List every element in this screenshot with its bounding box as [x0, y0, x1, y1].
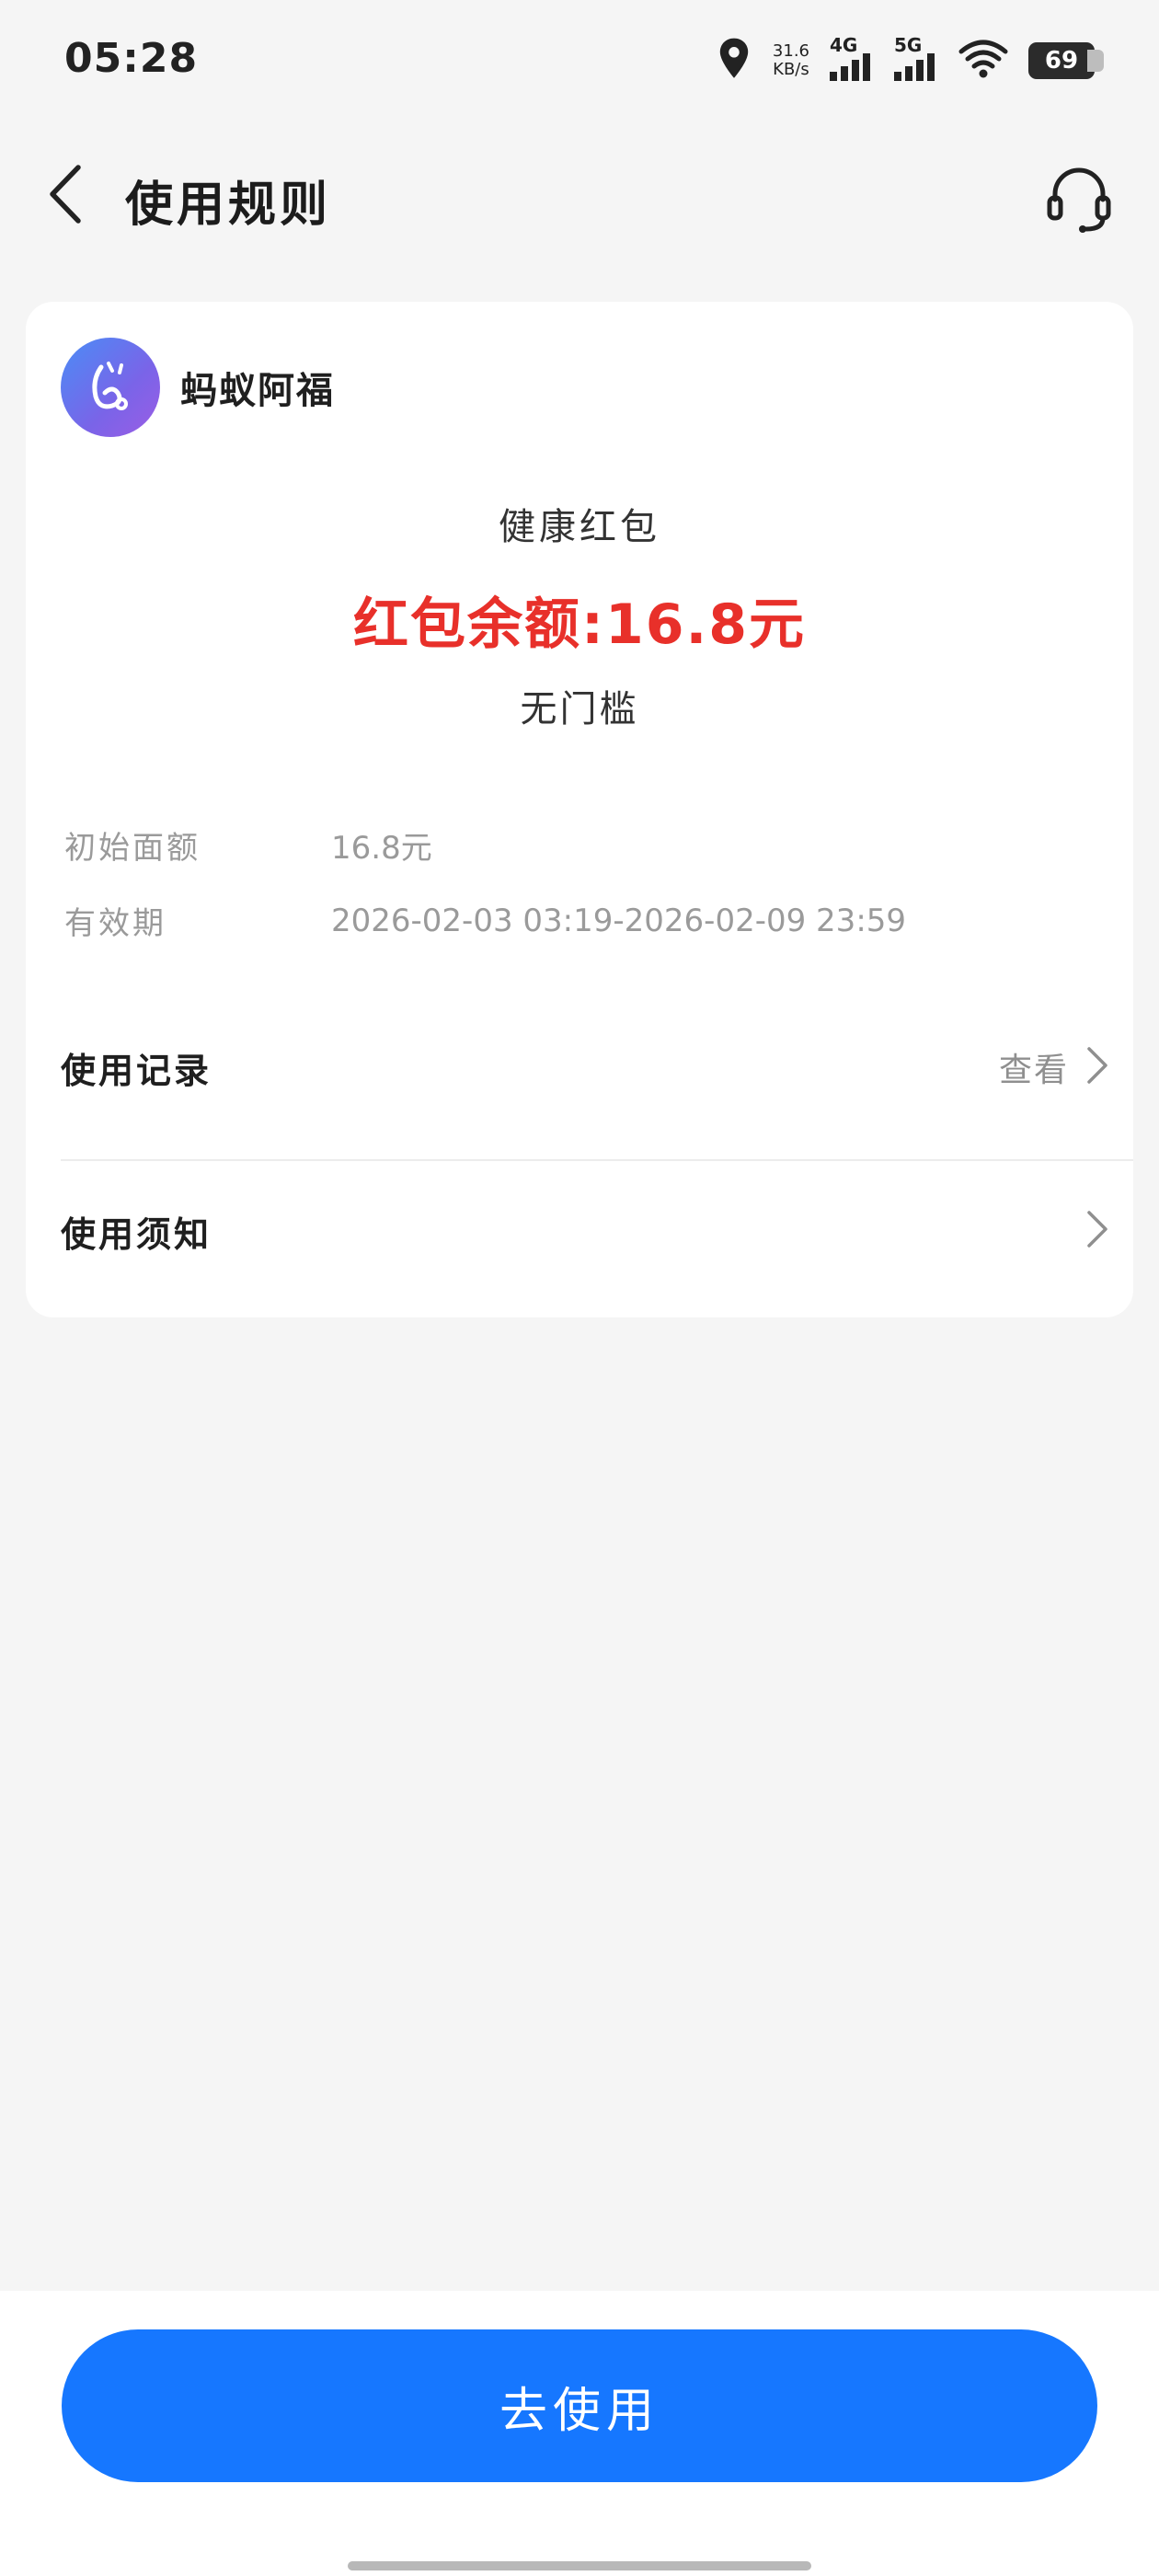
signal-4g-label: 4G [830, 34, 858, 56]
divider [61, 1159, 1133, 1161]
brand-logo-icon [61, 338, 160, 437]
page-header: 使用规则 [0, 147, 1159, 248]
menu-item-usage-record[interactable]: 使用记录 查看 [61, 1012, 1109, 1122]
status-bar: 05:28 31.6 KB/s 4G 5G 69 [0, 0, 1159, 120]
net-speed-unit: KB/s [773, 60, 809, 79]
detail-value: 2026-02-03 03:19-2026-02-09 23:59 [331, 902, 907, 939]
headset-icon [1042, 161, 1116, 238]
status-icons: 31.6 KB/s 4G 5G 69 [716, 33, 1104, 88]
use-now-button[interactable]: 去使用 [62, 2329, 1097, 2482]
menu-item-right: 查看 [999, 1043, 1109, 1091]
detail-label: 初始面额 [64, 830, 201, 867]
menu-item-usage-notice[interactable]: 使用须知 [61, 1176, 1109, 1286]
signal-4g: 4G [830, 34, 874, 85]
net-speed-value: 31.6 [772, 41, 809, 61]
detail-value: 16.8元 [331, 830, 432, 867]
chevron-right-icon [1085, 1045, 1109, 1089]
battery-indicator: 69 [1028, 42, 1104, 79]
detail-row-validity: 有效期 2026-02-03 03:19-2026-02-09 23:59 [64, 898, 906, 943]
view-link[interactable]: 查看 [999, 1043, 1069, 1091]
signal-5g: 5G [894, 34, 938, 85]
coupon-threshold: 无门槛 [520, 688, 639, 730]
signal-bars-icon [830, 53, 874, 85]
coupon-balance: 红包余额:16.8元 [352, 592, 807, 657]
brand-row: 蚂蚁阿福 [61, 337, 335, 438]
location-icon [716, 37, 752, 85]
menu-item-label: 使用记录 [61, 1050, 212, 1091]
net-speed: 31.6 KB/s [773, 42, 809, 79]
page-title: 使用规则 [125, 178, 332, 233]
coupon-type: 健康红包 [499, 506, 660, 548]
bottom-action-bar: 去使用 [0, 2291, 1159, 2576]
signal-bars-icon [894, 53, 938, 85]
brand-name: 蚂蚁阿福 [180, 370, 335, 412]
wifi-icon [958, 39, 1008, 83]
chevron-left-icon [45, 164, 86, 228]
customer-service-button[interactable] [1039, 160, 1119, 239]
status-time: 05:28 [64, 35, 199, 82]
menu-item-label: 使用须知 [61, 1213, 212, 1255]
menu-item-right [1085, 1209, 1109, 1253]
home-indicator[interactable] [348, 2561, 811, 2570]
coupon-card: 蚂蚁阿福 健康红包 红包余额:16.8元 无门槛 初始面额 16.8元 有效期 … [26, 302, 1133, 1317]
chevron-right-icon [1085, 1209, 1109, 1253]
detail-label: 有效期 [64, 905, 166, 942]
detail-row-initial-amount: 初始面额 16.8元 [64, 822, 432, 868]
battery-level: 69 [1044, 47, 1079, 75]
signal-5g-label: 5G [894, 34, 923, 56]
back-button[interactable] [33, 164, 98, 228]
